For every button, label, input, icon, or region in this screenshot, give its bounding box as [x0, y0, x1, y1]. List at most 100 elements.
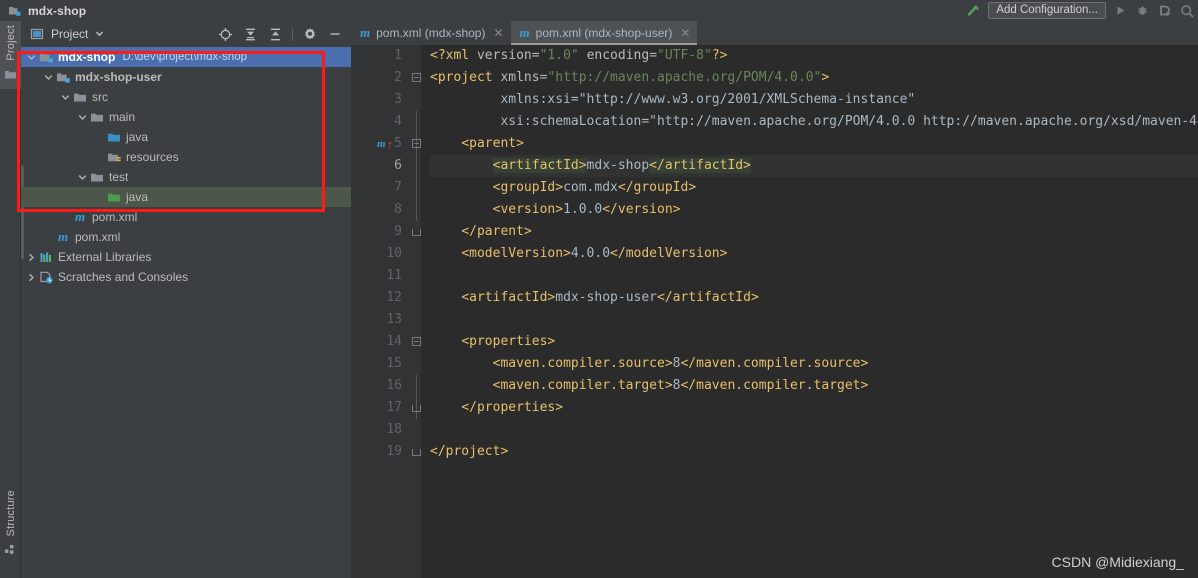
editor-tab-pom-mdx-shop[interactable]: m pom.xml (mdx-shop) ✕ [351, 21, 511, 45]
fold-collapse-icon[interactable] [412, 73, 421, 82]
code-line[interactable]: </project> [430, 441, 1198, 463]
gutter-line[interactable]: 10 [351, 243, 410, 265]
fold-collapse-icon[interactable] [412, 337, 421, 346]
debug-icon[interactable] [1135, 3, 1150, 18]
fold-gutter-line[interactable] [410, 111, 421, 133]
fold-gutter-line[interactable] [410, 397, 421, 419]
fold-gutter-line[interactable] [410, 419, 421, 441]
fold-gutter-line[interactable] [410, 177, 421, 199]
fold-end-icon[interactable] [412, 449, 421, 456]
fold-gutter-line[interactable] [410, 331, 421, 353]
code-line[interactable]: <artifactId>mdx-shop</artifactId> [430, 155, 1198, 177]
code-line[interactable] [430, 419, 1198, 441]
tree-node-external-libraries[interactable]: External Libraries [21, 247, 351, 267]
tree-node-pom-xml[interactable]: mpom.xml [21, 207, 351, 227]
tree-node-resources[interactable]: resources [21, 147, 351, 167]
code-line[interactable]: <parent> [430, 133, 1198, 155]
tree-node-main[interactable]: main [21, 107, 351, 127]
code-line[interactable]: <maven.compiler.source>8</maven.compiler… [430, 353, 1198, 375]
code-line[interactable]: <groupId>com.mdx</groupId> [430, 177, 1198, 199]
gutter-line[interactable]: 18 [351, 419, 410, 441]
run-icon[interactable] [1113, 3, 1128, 18]
fold-gutter-line[interactable] [410, 375, 421, 397]
code-line[interactable]: <?xml version="1.0" encoding="UTF-8"?> [430, 45, 1198, 67]
build-hammer-icon[interactable] [966, 3, 981, 18]
fold-gutter-line[interactable] [410, 221, 421, 243]
tree-node-java[interactable]: java [21, 127, 351, 147]
code-area[interactable]: 12345m↑678910111213141516171819 <?xml ve… [351, 45, 1198, 578]
fold-gutter-line[interactable] [410, 45, 421, 67]
gutter-line[interactable]: 6 [351, 155, 410, 177]
editor-gutter[interactable]: 12345m↑678910111213141516171819 [351, 45, 410, 578]
tree-node-mdx-shop-user[interactable]: mdx-shop-user [21, 67, 351, 87]
maven-parent-navigate-icon[interactable]: m↑ [377, 135, 393, 153]
chevron-down-icon[interactable] [95, 25, 104, 43]
fold-gutter-line[interactable] [410, 89, 421, 111]
run-coverage-icon[interactable] [1157, 3, 1172, 18]
gutter-line[interactable]: 11 [351, 265, 410, 287]
chevron-down-icon[interactable] [76, 173, 89, 182]
settings-gear-icon[interactable] [302, 26, 318, 42]
tree-node-scratches-and-consoles[interactable]: Scratches and Consoles [21, 267, 351, 287]
hide-icon[interactable] [327, 26, 343, 42]
editor-tab-pom-mdx-shop-user[interactable]: m pom.xml (mdx-shop-user) ✕ [511, 21, 698, 45]
fold-gutter-line[interactable] [410, 353, 421, 375]
tree-node-pom-xml[interactable]: mpom.xml [21, 227, 351, 247]
code-line[interactable]: <properties> [430, 331, 1198, 353]
code-line[interactable]: </properties> [430, 397, 1198, 419]
tree-node-java[interactable]: java [21, 187, 351, 207]
fold-end-icon[interactable] [412, 229, 421, 236]
tool-window-tab-structure[interactable]: Structure [0, 486, 21, 564]
project-tree[interactable]: mdx-shopD:\dev\project\mdx-shopmdx-shop-… [21, 47, 351, 578]
chevron-down-icon[interactable] [25, 53, 38, 62]
code-line[interactable] [430, 309, 1198, 331]
code-line[interactable] [430, 265, 1198, 287]
code-text[interactable]: <?xml version="1.0" encoding="UTF-8"?><p… [421, 45, 1198, 578]
fold-gutter-line[interactable] [410, 265, 421, 287]
collapse-all-icon[interactable] [267, 26, 283, 42]
add-configuration-button[interactable]: Add Configuration... [988, 2, 1106, 19]
fold-gutter-line[interactable] [410, 287, 421, 309]
gutter-line[interactable]: 2 [351, 67, 410, 89]
close-icon[interactable]: ✕ [680, 26, 690, 40]
chevron-down-icon[interactable] [42, 73, 55, 82]
gutter-line[interactable]: 1 [351, 45, 410, 67]
chevron-right-icon[interactable] [25, 273, 38, 282]
fold-gutter-line[interactable] [410, 67, 421, 89]
gutter-line[interactable]: 7 [351, 177, 410, 199]
code-line[interactable]: <maven.compiler.target>8</maven.compiler… [430, 375, 1198, 397]
fold-collapse-icon[interactable] [412, 139, 421, 148]
gutter-line[interactable]: 19 [351, 441, 410, 463]
gutter-line[interactable]: 3 [351, 89, 410, 111]
code-line[interactable]: <version>1.0.0</version> [430, 199, 1198, 221]
gutter-line[interactable]: 13 [351, 309, 410, 331]
search-everywhere-icon[interactable] [1179, 3, 1194, 18]
code-line[interactable]: xmlns:xsi="http://www.w3.org/2001/XMLSch… [430, 89, 1198, 111]
gutter-line[interactable]: 16 [351, 375, 410, 397]
gutter-line[interactable]: 17 [351, 397, 410, 419]
code-line[interactable]: xsi:schemaLocation="http://maven.apache.… [430, 111, 1198, 133]
code-line[interactable]: <artifactId>mdx-shop-user</artifactId> [430, 287, 1198, 309]
fold-column[interactable] [410, 45, 421, 578]
fold-gutter-line[interactable] [410, 243, 421, 265]
tree-node-src[interactable]: src [21, 87, 351, 107]
fold-gutter-line[interactable] [410, 441, 421, 463]
gutter-line[interactable]: 4 [351, 111, 410, 133]
gutter-line[interactable]: 15 [351, 353, 410, 375]
expand-all-icon[interactable] [242, 26, 258, 42]
fold-gutter-line[interactable] [410, 155, 421, 177]
fold-end-icon[interactable] [412, 405, 421, 412]
code-line[interactable]: </parent> [430, 221, 1198, 243]
close-icon[interactable]: ✕ [493, 26, 503, 40]
fold-gutter-line[interactable] [410, 309, 421, 331]
fold-gutter-line[interactable] [410, 199, 421, 221]
gutter-line[interactable]: 9 [351, 221, 410, 243]
tool-window-tab-project[interactable]: Project [0, 21, 21, 89]
code-line[interactable]: <modelVersion>4.0.0</modelVersion> [430, 243, 1198, 265]
chevron-right-icon[interactable] [25, 253, 38, 262]
chevron-down-icon[interactable] [59, 93, 72, 102]
chevron-down-icon[interactable] [76, 113, 89, 122]
code-line[interactable]: <project xmlns="http://maven.apache.org/… [430, 67, 1198, 89]
locate-icon[interactable] [217, 26, 233, 42]
fold-gutter-line[interactable] [410, 133, 421, 155]
